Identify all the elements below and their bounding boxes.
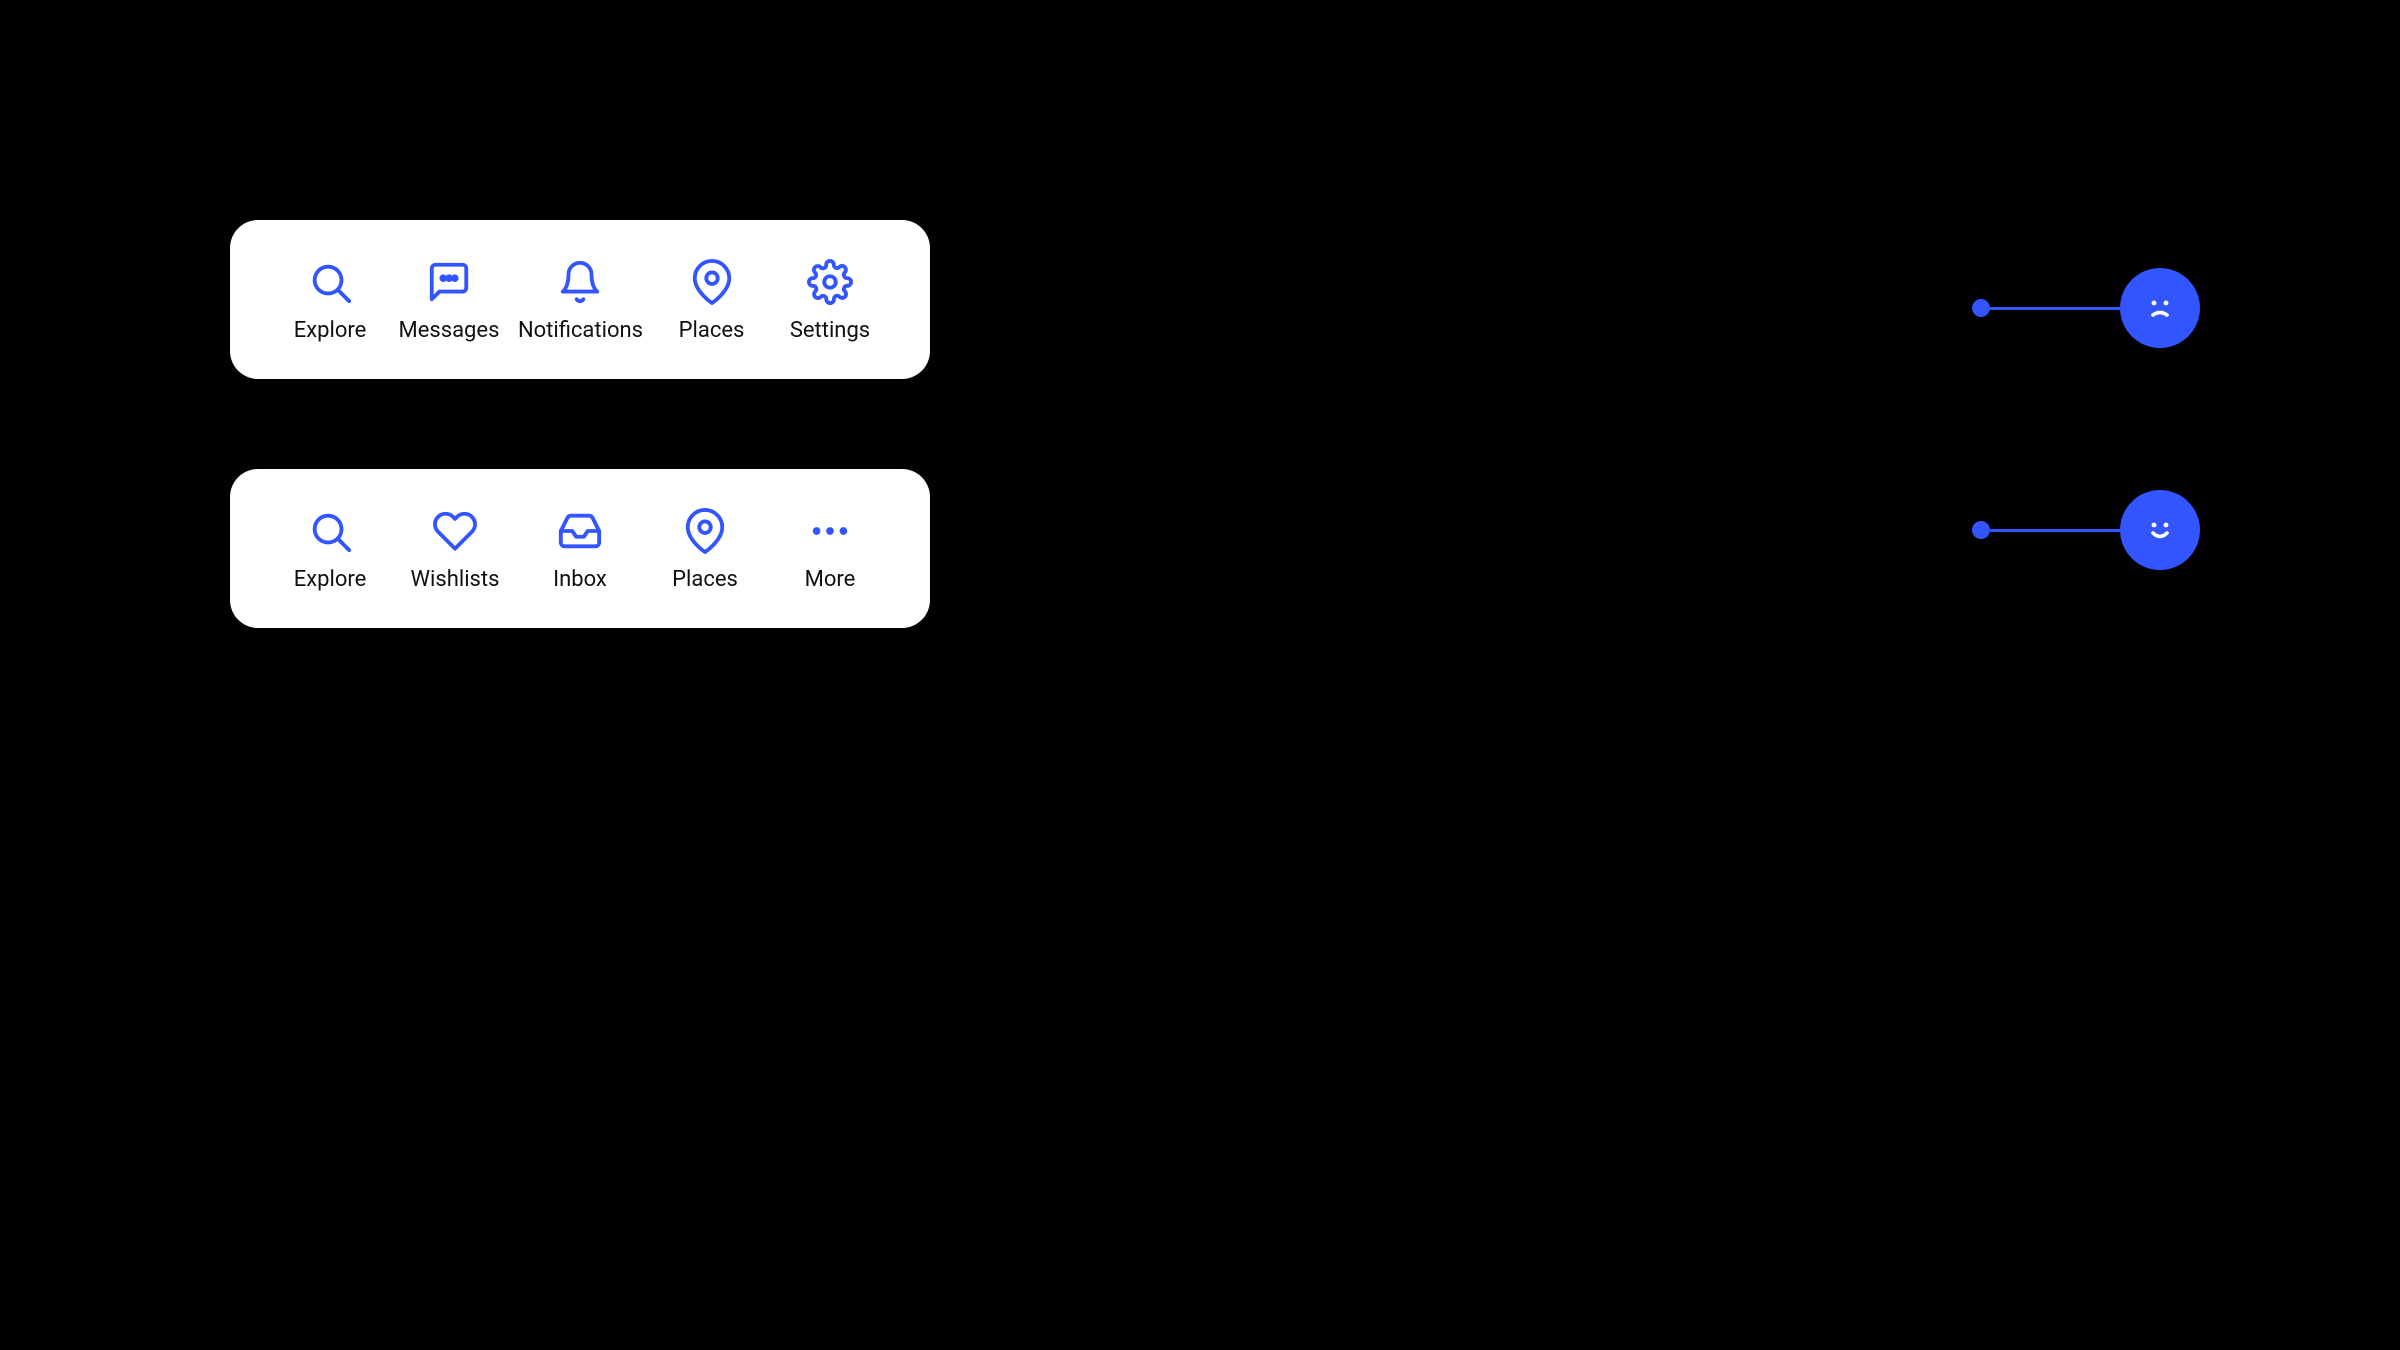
nav-item-places-2[interactable]: Places: [655, 505, 755, 592]
nav-item-inbox[interactable]: Inbox: [530, 505, 630, 592]
nav-item-notifications[interactable]: Notifications: [518, 256, 643, 343]
nav-label-settings: Settings: [790, 318, 870, 343]
nav-item-settings[interactable]: Settings: [780, 256, 880, 343]
rating-dot-1: [1972, 299, 1990, 317]
rating-dot-2: [1972, 521, 1990, 539]
dots-icon: [804, 505, 856, 557]
gear-icon: [804, 256, 856, 308]
nav-bar-1: Explore Messages Notificatio: [230, 220, 930, 379]
map-pin-icon-1: [686, 256, 738, 308]
nav-item-places-1[interactable]: Places: [662, 256, 762, 343]
nav-item-explore-1[interactable]: Explore: [280, 256, 380, 343]
nav-label-wishlists: Wishlists: [411, 567, 500, 592]
rating-indicator-1: [1972, 268, 2200, 348]
rating-line-2: [1990, 529, 2120, 532]
bell-icon: [554, 256, 606, 308]
rating-line-1: [1990, 307, 2120, 310]
rating-indicator-2: [1972, 490, 2200, 570]
nav-item-wishlists[interactable]: Wishlists: [405, 505, 505, 592]
nav-item-explore-2[interactable]: Explore: [280, 505, 380, 592]
nav-label-messages: Messages: [399, 318, 500, 343]
nav-bar-2: Explore Wishlists Inbox: [230, 469, 930, 628]
nav-label-more: More: [805, 567, 856, 592]
nav-item-more[interactable]: More: [780, 505, 880, 592]
inbox-icon: [554, 505, 606, 557]
nav-label-places-1: Places: [679, 318, 745, 343]
nav-label-explore-1: Explore: [294, 318, 367, 343]
messages-icon: [423, 256, 475, 308]
heart-icon: [429, 505, 481, 557]
nav-item-messages[interactable]: Messages: [399, 256, 500, 343]
happy-face-circle: [2120, 490, 2200, 570]
search-icon-2: [304, 505, 356, 557]
search-icon: [304, 256, 356, 308]
sad-face-circle: [2120, 268, 2200, 348]
nav-label-explore-2: Explore: [294, 567, 367, 592]
nav-label-notifications: Notifications: [518, 318, 643, 343]
map-pin-icon-2: [679, 505, 731, 557]
nav-label-places-2: Places: [672, 567, 738, 592]
nav-label-inbox: Inbox: [553, 567, 607, 592]
